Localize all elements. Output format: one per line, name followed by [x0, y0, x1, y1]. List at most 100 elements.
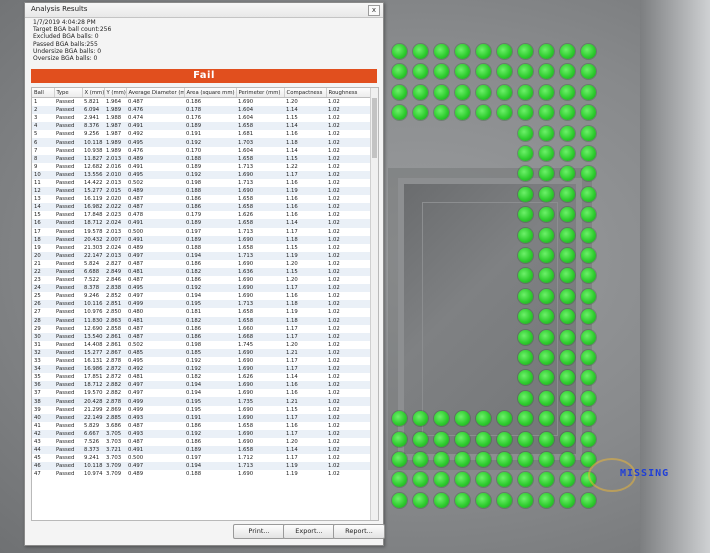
table-row[interactable]: 31 Passed 14.408 2.861 0.502 0.198 1.745 1.20 1.… [32, 341, 370, 349]
table-row[interactable]: 18 Passed 20.432 2.007 0.491 0.189 1.690 1.18 1.… [32, 235, 370, 244]
bga-ball [518, 493, 533, 508]
bga-ball [413, 452, 428, 467]
bga-ball [518, 44, 533, 59]
table-row[interactable]: 28 Passed 11.830 2.863 0.481 0.182 1.658 1.18 1.… [32, 316, 370, 325]
report-button[interactable]: Report... [333, 524, 385, 539]
table-row[interactable]: 5 Passed 9.256 1.987 0.492 0.191 1.681 1.16 1.02 [32, 130, 370, 138]
table-cell: 0.179 [186, 212, 202, 219]
table-row[interactable]: 4 Passed 8.376 1.987 0.491 0.189 1.658 1.14 1.02 [32, 122, 370, 131]
table-row[interactable]: 21 Passed 5.824 2.827 0.487 0.186 1.690 1.20 1.0… [32, 260, 370, 268]
results-table[interactable]: Ball Type X (mm) Y (mm) Average Diameter… [31, 87, 379, 521]
table-row[interactable]: 45 Passed 9.241 3.703 0.500 0.197 1.712 1.17 1.0… [32, 454, 370, 462]
table-row[interactable]: 16 Passed 18.712 2.024 0.491 0.189 1.658 1.14 1.… [32, 219, 370, 228]
bga-ball [392, 411, 407, 426]
table-cell: 3.703 [106, 455, 122, 462]
col-header-compactness[interactable]: Compactness [284, 88, 327, 98]
table-cell: Passed [56, 455, 75, 462]
table-cell: Passed [54, 316, 82, 325]
table-row[interactable]: 20 Passed 22.147 2.013 0.497 0.194 1.713 1.19 1.… [32, 251, 370, 260]
table-row[interactable]: 10 Passed 13.556 2.010 0.495 0.192 1.690 1.17 1.… [32, 170, 370, 179]
table-cell: Passed [56, 131, 75, 138]
table-cell: 2.849 [104, 267, 126, 277]
table-row[interactable]: 29 Passed 12.690 2.858 0.487 0.186 1.660 1.17 1.… [32, 325, 370, 333]
table-row[interactable]: 43 Passed 7.526 3.703 0.487 0.186 1.690 1.20 1.0… [32, 438, 370, 446]
table-cell: 1.17 [286, 358, 298, 365]
table-row[interactable]: 22 Passed 6.688 2.849 0.481 0.182 1.636 1.15 1.0… [32, 267, 370, 277]
table-row[interactable]: 23 Passed 7.522 2.846 0.487 0.186 1.690 1.20 1.0… [32, 276, 370, 284]
table-row[interactable]: 2 Passed 6.094 1.989 0.476 0.178 1.604 1.14 1.02 [32, 106, 370, 115]
table-row[interactable]: 19 Passed 21.303 2.024 0.489 0.188 1.658 1.15 1.… [32, 244, 370, 252]
table-row[interactable]: 30 Passed 13.540 2.861 0.487 0.186 1.668 1.17 1.… [32, 332, 370, 341]
table-cell: 1.02 [328, 471, 340, 478]
table-row[interactable]: 3 Passed 2.941 1.988 0.474 0.176 1.604 1.15 1.02 [32, 114, 370, 122]
table-row[interactable]: 39 Passed 21.299 2.869 0.499 0.195 1.690 1.15 1.… [32, 406, 370, 414]
dialog-titlebar[interactable]: Analysis Results x [25, 3, 383, 18]
col-header-roughness[interactable]: Roughness [326, 88, 371, 98]
table-row[interactable]: 32 Passed 15.277 2.867 0.485 0.185 1.690 1.21 1.… [32, 348, 370, 357]
table-row[interactable]: 25 Passed 9.246 2.852 0.497 0.194 1.690 1.16 1.0… [32, 292, 370, 300]
table-row[interactable]: 14 Passed 16.982 2.022 0.487 0.186 1.658 1.16 1.… [32, 203, 370, 212]
col-header-perimeter[interactable]: Perimeter (mm) [236, 88, 285, 98]
table-row[interactable]: 7 Passed 10.938 1.989 0.476 0.170 1.604 1.14 1.0… [32, 147, 370, 155]
bga-ball [539, 472, 554, 487]
table-cell: 27 [34, 309, 41, 316]
bga-ball [539, 207, 554, 222]
table-row[interactable]: 41 Passed 5.829 3.686 0.487 0.186 1.658 1.16 1.0… [32, 422, 370, 430]
table-row[interactable]: 37 Passed 19.570 2.882 0.497 0.194 1.690 1.16 1.… [32, 389, 370, 397]
table-row[interactable]: 33 Passed 16.131 2.878 0.495 0.192 1.690 1.17 1.… [32, 357, 370, 365]
summary-target-count: Target BGA ball count:256 [33, 26, 112, 34]
table-row[interactable]: 9 Passed 12.682 2.016 0.491 0.189 1.713 1.22 1.0… [32, 163, 370, 171]
table-cell: Passed [56, 422, 75, 429]
table-row[interactable]: 35 Passed 17.851 2.872 0.481 0.182 1.626 1.14 1.… [32, 373, 370, 381]
col-header-y[interactable]: Y (mm) [104, 88, 127, 98]
table-row[interactable]: 12 Passed 15.277 2.015 0.489 0.188 1.690 1.19 1.… [32, 187, 370, 196]
table-cell: 8.378 [82, 284, 104, 293]
table-row[interactable]: 26 Passed 10.116 2.851 0.499 0.195 1.713 1.18 1.… [32, 300, 370, 309]
bga-ball [560, 432, 575, 447]
scrollbar-thumb[interactable] [372, 98, 377, 158]
col-header-ball[interactable]: Ball [32, 88, 55, 98]
table-cell: 2.838 [104, 284, 126, 293]
table-row[interactable]: 40 Passed 22.149 2.885 0.493 0.191 1.690 1.17 1.… [32, 413, 370, 422]
table-row[interactable]: 38 Passed 20.428 2.878 0.499 0.195 1.735 1.21 1.… [32, 397, 370, 406]
table-cell: Passed [56, 390, 75, 397]
table-scrollbar[interactable] [370, 88, 378, 520]
col-header-area[interactable]: Area (square mm) [184, 88, 237, 98]
col-header-type[interactable]: Type [54, 88, 83, 98]
table-cell: 2.863 [104, 316, 126, 325]
table-cell: 2.861 [104, 332, 126, 341]
col-header-avg-diameter[interactable]: Average Diameter (mm) [126, 88, 185, 98]
table-cell: 0.485 [126, 348, 184, 357]
table-cell: 1.14 [284, 106, 326, 115]
table-cell: 26 [32, 300, 54, 309]
table-row[interactable]: 6 Passed 10.118 1.989 0.495 0.192 1.703 1.18 1.0… [32, 138, 370, 147]
table-row[interactable]: 44 Passed 8.373 3.721 0.491 0.189 1.658 1.14 1.0… [32, 446, 370, 455]
close-button[interactable]: x [368, 5, 380, 16]
table-row[interactable]: 15 Passed 17.848 2.023 0.478 0.179 1.626 1.16 1.… [32, 211, 370, 219]
table-cell: 9.256 [84, 131, 100, 138]
table-row[interactable]: 11 Passed 14.422 2.013 0.502 0.198 1.713 1.16 1.… [32, 179, 370, 187]
summary-panel: 1/7/2019 4:04:28 PM Target BGA ball coun… [33, 19, 111, 62]
bga-ball [497, 105, 512, 120]
table-row[interactable]: 27 Passed 10.976 2.850 0.480 0.181 1.658 1.19 1.… [32, 308, 370, 316]
export-button[interactable]: Export... [283, 524, 335, 539]
table-row[interactable]: 24 Passed 8.378 2.838 0.495 0.192 1.690 1.17 1.0… [32, 284, 370, 293]
bga-ball [434, 472, 449, 487]
col-header-x[interactable]: X (mm) [82, 88, 105, 98]
table-row[interactable]: 13 Passed 16.119 2.020 0.487 0.186 1.658 1.16 1.… [32, 195, 370, 203]
table-row[interactable]: 8 Passed 11.827 2.013 0.489 0.188 1.658 1.15 1.0… [32, 154, 370, 163]
table-row[interactable]: 46 Passed 10.118 3.709 0.497 0.194 1.713 1.19 1.… [32, 462, 370, 471]
table-cell: 1.626 [238, 212, 254, 219]
table-row[interactable]: 47 Passed 10.974 3.709 0.489 0.188 1.690 1.19 1.… [32, 470, 370, 478]
table-row[interactable]: 36 Passed 18.712 2.882 0.497 0.194 1.690 1.16 1.… [32, 381, 370, 390]
table-cell: 2.850 [106, 309, 122, 316]
table-cell: 7.526 [84, 438, 100, 445]
table-cell: 2.827 [106, 260, 122, 267]
print-button[interactable]: Print... [233, 524, 285, 539]
table-row[interactable]: 42 Passed 6.667 3.705 0.493 0.192 1.690 1.17 1.0… [32, 429, 370, 438]
table-cell: 11 [34, 179, 41, 186]
table-row[interactable]: 1 Passed 5.821 1.964 0.487 0.186 1.690 1.20 1.02 [32, 98, 370, 107]
bga-ball [539, 289, 554, 304]
table-row[interactable]: 34 Passed 16.986 2.872 0.492 0.192 1.690 1.17 1.… [32, 365, 370, 374]
table-row[interactable]: 17 Passed 19.578 2.013 0.500 0.197 1.713 1.17 1.… [32, 228, 370, 236]
